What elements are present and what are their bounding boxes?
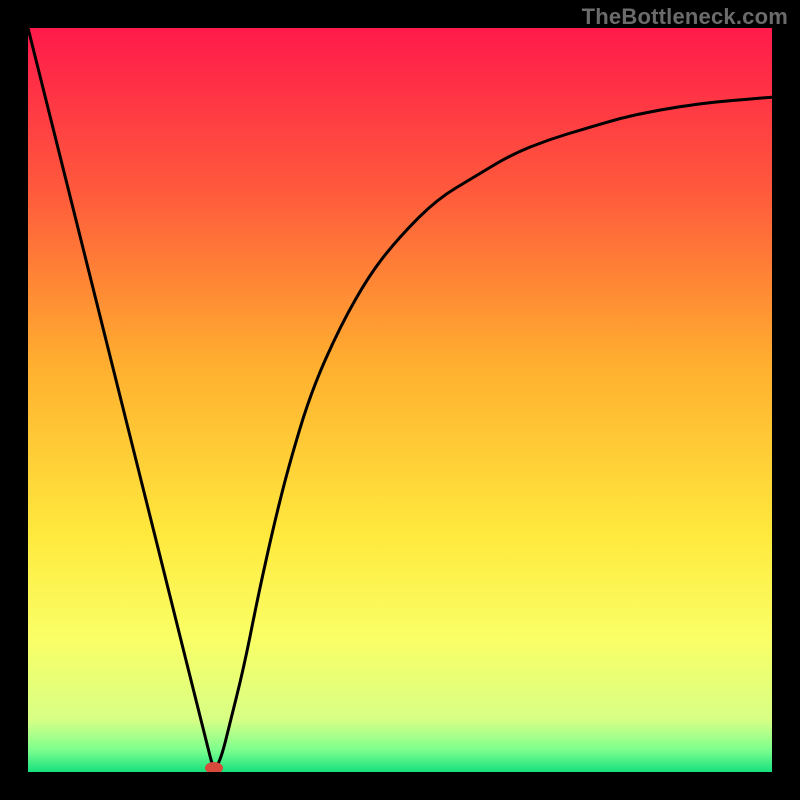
- chart-svg: [28, 28, 772, 772]
- chart-background: [28, 28, 772, 772]
- chart-plot-area: [28, 28, 772, 772]
- watermark-text: TheBottleneck.com: [582, 4, 788, 30]
- chart-frame: TheBottleneck.com: [0, 0, 800, 800]
